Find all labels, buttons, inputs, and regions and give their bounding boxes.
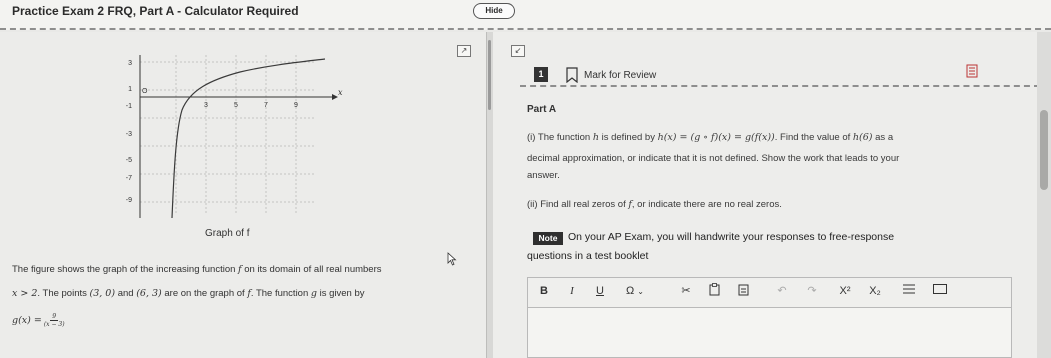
exam-header: Practice Exam 2 FRQ, Part A - Calculator…: [0, 0, 1051, 30]
fraction-numerator: 9: [50, 313, 59, 321]
bookmark-icon[interactable]: [565, 67, 579, 83]
redo-icon[interactable]: ↷: [804, 283, 820, 299]
italic-button[interactable]: I: [565, 283, 579, 299]
abc-icon[interactable]: [966, 64, 978, 78]
y-tick-label: -9: [126, 197, 132, 204]
stimulus-text: . The function: [250, 288, 309, 299]
insert-list-icon[interactable]: [900, 283, 918, 299]
undo-icon[interactable]: ↶: [774, 283, 790, 299]
question-number: 1: [534, 67, 548, 82]
collapse-arrows-icon[interactable]: ↙: [511, 45, 525, 57]
stimulus-text: and: [117, 288, 134, 299]
question-math: h(x) = (g ∘ f)(x) = g(f(x)): [657, 132, 775, 143]
question-text: (i) The function: [527, 132, 591, 143]
x-tick-label: 3: [204, 102, 208, 109]
g-fraction: 9 (x − 3): [44, 313, 65, 328]
x-tick-label: 7: [264, 102, 268, 109]
x-tick-label: 5: [234, 102, 238, 109]
question-text: as a: [875, 132, 894, 143]
y-tick-label: -1: [126, 103, 132, 110]
question-i-line-3: answer.: [527, 170, 560, 181]
graph-grid: [140, 55, 315, 215]
question-math: h: [592, 132, 599, 143]
question-text: is defined by: [601, 132, 655, 143]
y-tick-label: -3: [126, 131, 132, 138]
note-badge: Note: [533, 232, 563, 245]
question-text: , or indicate there are no real zeros.: [631, 199, 782, 210]
word-count-icon[interactable]: [932, 283, 948, 299]
stimulus-text: The figure shows the graph of the increa…: [12, 264, 236, 275]
note-text: questions in a test booklet: [527, 250, 649, 262]
stimulus-math: g: [310, 288, 317, 299]
function-graph: 3 1 -1 -3 -5 -7 -9 O 3 5 7 9 x: [126, 55, 343, 219]
question-ii: (ii) Find all real zeros of f, or indica…: [527, 199, 782, 210]
stimulus-math: f: [238, 264, 242, 275]
clipboard-icon[interactable]: [706, 283, 722, 299]
question-math: h(6): [852, 132, 873, 143]
y-tick-label: -7: [126, 175, 132, 182]
part-label: Part A: [527, 104, 557, 115]
graph-curve: [171, 58, 326, 219]
subscript-button[interactable]: X₂: [866, 283, 884, 299]
omega-label: Ω: [626, 285, 635, 297]
x-axis-label: x: [338, 88, 343, 97]
hide-button[interactable]: Hide: [473, 3, 515, 19]
expand-arrows-icon[interactable]: ↗: [457, 45, 471, 57]
stimulus-line-1: The figure shows the graph of the increa…: [12, 264, 382, 275]
origin-label: O: [142, 88, 148, 95]
stimulus-text: . The points: [37, 288, 87, 299]
g-definition: g(x) = 9 (x − 3): [12, 313, 65, 328]
scrollbar-thumb[interactable]: [1040, 110, 1048, 190]
page-scrollbar[interactable]: [1037, 32, 1051, 358]
question-i-line-2: decimal approximation, or indicate that …: [527, 153, 900, 164]
response-editor[interactable]: [527, 307, 1012, 358]
superscript-button[interactable]: X²: [836, 283, 854, 299]
mark-for-review-label[interactable]: Mark for Review: [584, 70, 656, 81]
stimulus-math: x > 2: [12, 288, 38, 299]
stimulus-text: on its domain of all real numbers: [244, 264, 382, 275]
stimulus-text: are on the graph of: [164, 288, 245, 299]
stimulus-math: (6, 3): [136, 288, 162, 299]
exam-title: Practice Exam 2 FRQ, Part A - Calculator…: [12, 4, 299, 18]
x-tick-label: 9: [294, 102, 298, 109]
divider-handle[interactable]: [488, 40, 491, 110]
question-text: . Find the value of: [774, 132, 851, 143]
bold-button[interactable]: B: [537, 283, 551, 299]
stimulus-line-2: x > 2. The points (3, 0) and (6, 3) are …: [12, 288, 365, 299]
y-tick-label: 3: [128, 60, 132, 67]
paste-text-icon[interactable]: [736, 283, 752, 299]
mouse-cursor-icon: [447, 252, 457, 266]
special-characters-button[interactable]: Ω ⌄: [620, 283, 650, 299]
y-tick-label: -5: [126, 157, 132, 164]
fraction-denominator: (x − 3): [43, 321, 65, 328]
stimulus-text: is given by: [319, 288, 365, 299]
scissors-icon[interactable]: ✂: [678, 283, 694, 299]
stimulus-math: (3, 0): [89, 288, 116, 299]
graph-caption: Graph of f: [205, 228, 250, 239]
note-text: On your AP Exam, you will handwrite your…: [568, 231, 895, 243]
stimulus-math: g(x) =: [12, 315, 42, 326]
chevron-down-icon: ⌄: [637, 287, 644, 296]
underline-button[interactable]: U: [593, 283, 607, 299]
question-i-line-1: (i) The function h is defined by h(x) = …: [527, 132, 893, 143]
y-tick-label: 1: [128, 86, 132, 93]
question-text: (ii) Find all real zeros of: [527, 199, 626, 210]
